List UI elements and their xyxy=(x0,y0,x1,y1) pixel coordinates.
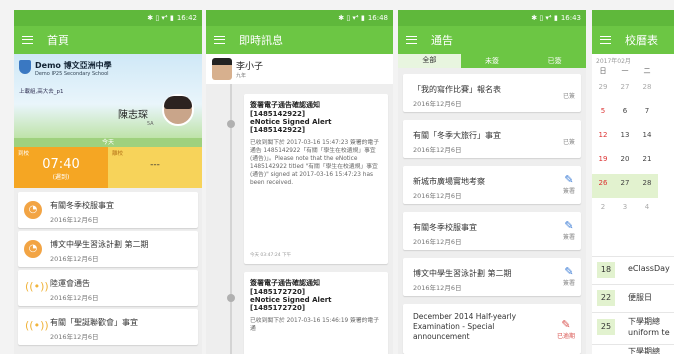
list-item[interactable]: ((•)) 有關「聖誕聯歡會」事宜 2016年12月6日 xyxy=(18,309,198,345)
today-label: 今天 xyxy=(14,138,202,147)
sender-class: 九年 xyxy=(236,73,247,79)
school-name-en: Demo IP25 Secondary School xyxy=(35,71,109,77)
notices-screen: ✱ ▯ ▾⁴ ▮ 16:43 通告 全部 未簽 已簽 「我的寫作比賽」報名表 201… xyxy=(398,10,586,354)
tab-unsigned[interactable]: 未簽 xyxy=(461,54,524,68)
broadcast-icon: ((•)) xyxy=(25,319,49,332)
status-bar: ✱ ▯ ▾⁴ ▮ 16:42 xyxy=(14,10,202,26)
event-day: 22 xyxy=(597,290,615,306)
notice-row[interactable]: 「我的寫作比賽」報名表 2016年12月6日 已簽 xyxy=(403,74,581,112)
notice-row[interactable]: 有關「冬季大旅行」事宜 2016年12月6日 已簽 xyxy=(403,120,581,158)
timeline-dot xyxy=(227,294,235,302)
menu-icon[interactable] xyxy=(600,36,611,44)
notice-row[interactable]: 有關冬季校服事宜 2016年12月6日 ✎ 簽署 xyxy=(403,212,581,250)
calendar-day[interactable]: 29 xyxy=(592,78,614,102)
timeline-dot xyxy=(227,120,235,128)
message-time: 今天 03:47:24 下午 xyxy=(250,253,292,258)
calendar-day[interactable]: 20 xyxy=(614,150,636,174)
profile-banner: Demo 博文亞洲中學 Demo IP25 Secondary School 上… xyxy=(14,54,202,138)
departure-box: 離校 --- xyxy=(108,147,202,188)
message-card[interactable]: 簽署電子通告確認通知 [1485172720] eNotice Signed A… xyxy=(244,272,388,354)
calendar-day[interactable]: 19 xyxy=(592,150,614,174)
calendar-day[interactable]: 14 xyxy=(636,126,658,150)
message-body: 已收到閣下於 2017-03-16 15:46:19 簽署的電子通 xyxy=(250,318,380,332)
home-toolbar: 首頁 xyxy=(14,26,202,54)
event-row[interactable]: 下學期總 xyxy=(592,344,674,354)
avatar xyxy=(212,58,232,80)
messages-screen: ✱ ▯ ▾⁴ ▮ 16:48 即時訊息 李小子 九年 簽署電子通告確認通知 [14… xyxy=(206,10,393,354)
menu-icon[interactable] xyxy=(22,36,33,44)
calendar-day[interactable]: 27 xyxy=(614,174,636,198)
sign-icon: ✎ xyxy=(564,265,574,278)
notice-row[interactable]: December 2014 Half-yearly Examination - … xyxy=(403,304,581,354)
calendar-day[interactable]: 26 xyxy=(592,174,614,198)
tab-bar: 全部 未簽 已簽 xyxy=(398,54,586,68)
calendar-day[interactable]: 21 xyxy=(636,150,658,174)
avatar[interactable] xyxy=(162,94,194,126)
sender-name: 李小子 xyxy=(236,62,264,72)
sender-header: 李小子 九年 xyxy=(206,54,393,84)
calendar-day[interactable]: 4 xyxy=(636,198,658,222)
event-day: 18 xyxy=(597,262,615,278)
broadcast-icon: ((•)) xyxy=(25,280,49,293)
status-bar: ✱ ▯ ▾⁴ ▮ 16:43 xyxy=(398,10,586,26)
attendance-panel: 今天 到校 07:40 (遲到) 離校 --- xyxy=(14,138,202,188)
notice-row[interactable]: 新城市廣場實地考察 2016年12月6日 ✎ 簽署 xyxy=(403,166,581,204)
status-bar xyxy=(592,10,674,26)
notice-row[interactable]: 博文中學生習泳計劃 第二期 2016年12月6日 ✎ 簽署 xyxy=(403,258,581,296)
calendar-day[interactable]: 28 xyxy=(636,174,658,198)
list-item[interactable]: ◔ 博文中學生習泳計劃 第二期 2016年12月6日 xyxy=(18,231,198,267)
calendar-grid: 日一二 29 27 28 567 12 13 14 19 20 21 26 27 28 234 xyxy=(592,66,658,222)
sign-icon: ✎ xyxy=(561,318,571,331)
status-bar: ✱ ▯ ▾⁴ ▮ 16:48 xyxy=(206,10,393,26)
tab-signed[interactable]: 已簽 xyxy=(523,54,586,68)
notice-icon: ◔ xyxy=(24,201,42,219)
class-info: 上載組,高大去_p1 xyxy=(19,89,64,95)
calendar-screen: 校曆表 2017年02月 日一二 29 27 28 567 12 13 14 19 20 2… xyxy=(592,10,674,354)
calendar-day[interactable]: 6 xyxy=(614,102,636,126)
calendar-day[interactable]: 3 xyxy=(614,198,636,222)
student-name: 陳志琛 xyxy=(118,110,148,121)
arrival-label: 到校 xyxy=(18,151,30,157)
list-item[interactable]: ((•)) 陸運會通告 2016年12月6日 xyxy=(18,270,198,306)
home-screen: ✱ ▯ ▾⁴ ▮ 16:42 首頁 Demo 博文亞洲中學 Demo IP25 S… xyxy=(14,10,202,354)
calendar-day[interactable]: 27 xyxy=(614,78,636,102)
tab-all[interactable]: 全部 xyxy=(398,54,461,68)
student-class: 5A xyxy=(147,121,154,127)
event-row[interactable]: 18 eClassDay xyxy=(592,256,674,282)
calendar-toolbar: 校曆表 xyxy=(592,26,674,54)
calendar-day[interactable]: 12 xyxy=(592,126,614,150)
message-body: 已收到閣下於 2017-03-16 15:47:23 簽署的電子通告 14851… xyxy=(250,140,380,186)
notices-toolbar: 通告 xyxy=(398,26,586,54)
calendar-day[interactable]: 7 xyxy=(636,102,658,126)
arrival-note: (遲到) xyxy=(52,174,70,181)
calendar-day[interactable]: 5 xyxy=(592,102,614,126)
calendar-day[interactable]: 13 xyxy=(614,126,636,150)
page-title: 通告 xyxy=(431,34,453,47)
sign-icon: ✎ xyxy=(564,219,574,232)
messages-toolbar: 即時訊息 xyxy=(206,26,393,54)
page-title: 校曆表 xyxy=(625,34,658,47)
calendar-day[interactable]: 2 xyxy=(592,198,614,222)
page-title: 即時訊息 xyxy=(239,34,283,47)
notice-icon: ◔ xyxy=(24,240,42,258)
month-label: 2017年02月 xyxy=(596,58,631,65)
event-day: 25 xyxy=(597,319,615,335)
menu-icon[interactable] xyxy=(214,36,225,44)
school-name: Demo 博文亞洲中學 xyxy=(35,61,112,70)
calendar-day[interactable]: 28 xyxy=(636,78,658,102)
event-row[interactable]: 25 下學期總 uniform te xyxy=(592,312,674,342)
page-title: 首頁 xyxy=(47,34,69,47)
school-logo xyxy=(19,60,31,74)
departure-label: 離校 xyxy=(112,151,124,157)
message-card[interactable]: 簽署電子通告確認通知 [1485142922] eNotice Signed A… xyxy=(244,94,388,264)
arrival-box: 到校 07:40 (遲到) xyxy=(14,147,108,188)
list-item[interactable]: ◔ 有關冬季校服事宜 2016年12月6日 xyxy=(18,192,198,228)
event-row[interactable]: 22 便服日 xyxy=(592,284,674,310)
menu-icon[interactable] xyxy=(406,36,417,44)
sign-icon: ✎ xyxy=(564,173,574,186)
